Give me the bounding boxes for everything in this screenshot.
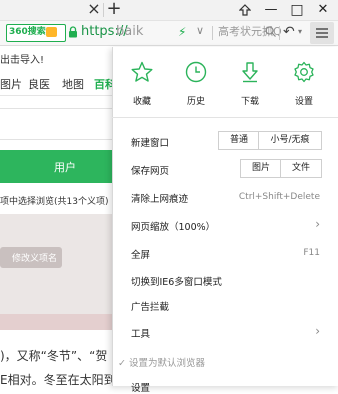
pin-icon[interactable] bbox=[236, 0, 254, 20]
address-divider-2 bbox=[279, 26, 280, 40]
new-window-incognito-button[interactable]: 小号/无痕 bbox=[258, 131, 322, 150]
sense-hint: 项中选择浏览(共13个义项) bbox=[0, 197, 109, 207]
hamburger-icon bbox=[316, 28, 328, 38]
import-text[interactable]: 出击导入! bbox=[0, 51, 44, 66]
tab-divider bbox=[103, 3, 104, 17]
download-label: 下载 bbox=[240, 97, 259, 107]
menu-item-zoom[interactable]: 网页缩放（100%） bbox=[131, 219, 215, 233]
main-menu-button[interactable] bbox=[310, 22, 334, 44]
search-icon[interactable] bbox=[265, 26, 276, 37]
save-as-file-button[interactable]: 文件 bbox=[280, 159, 322, 178]
download-icon bbox=[242, 62, 258, 83]
address-divider bbox=[212, 26, 213, 40]
star-icon bbox=[131, 61, 153, 82]
undo-icon[interactable]: ↶ bbox=[283, 24, 295, 40]
url-host[interactable]: baik bbox=[116, 23, 143, 41]
nav-item-doctor[interactable]: 良医 bbox=[28, 76, 50, 92]
edit-sense-label: 修改义项名 bbox=[12, 254, 58, 264]
favorites-action[interactable] bbox=[122, 60, 162, 87]
tools-chevron-right-icon: › bbox=[315, 324, 320, 338]
set-default-label: 设置为默认浏览器 bbox=[129, 358, 206, 369]
menu-item-save-page[interactable]: 保存网页 bbox=[131, 163, 169, 177]
clear-traces-shortcut: Ctrl+Shift+Delete bbox=[238, 192, 320, 202]
content-strip bbox=[0, 314, 112, 330]
menu-item-fullscreen[interactable]: 全屏 bbox=[131, 247, 150, 261]
fullscreen-shortcut: F11 bbox=[303, 248, 320, 258]
download-action[interactable] bbox=[230, 60, 270, 87]
menu-item-set-default[interactable]: ✓ 设置为默认浏览器 bbox=[118, 355, 205, 369]
history-action[interactable] bbox=[176, 60, 216, 87]
history-label: 历史 bbox=[186, 97, 205, 107]
paragraph-line-2: E相对。冬至在太阳到达 bbox=[0, 373, 128, 387]
menu-item-ie6-mode[interactable]: 切换到IE6多窗口模式 bbox=[131, 274, 222, 288]
minimize-icon[interactable]: — bbox=[262, 0, 280, 20]
lightning-icon[interactable]: ⚡ bbox=[178, 25, 188, 39]
search-engine-label: 360搜索 bbox=[9, 27, 46, 37]
engine-badge-icon bbox=[46, 27, 57, 37]
menu-item-new-window[interactable]: 新建窗口 bbox=[131, 135, 169, 149]
nav-item-map[interactable]: 地图 bbox=[62, 76, 84, 92]
close-tab-icon[interactable]: × bbox=[86, 0, 102, 20]
nav-item-images[interactable]: 图片 bbox=[0, 76, 22, 92]
paragraph-line-1: )，又称“冬节”、“贺 bbox=[0, 349, 108, 363]
menu-divider bbox=[112, 117, 338, 118]
maximize-icon[interactable]: □ bbox=[288, 0, 306, 20]
save-as-image-button[interactable]: 图片 bbox=[240, 159, 282, 178]
close-window-icon[interactable]: ✕ bbox=[314, 0, 332, 20]
menu-item-ad-block[interactable]: 广告拦截 bbox=[131, 299, 169, 313]
gear-icon bbox=[294, 61, 314, 83]
chevron-down-icon[interactable]: ∨ bbox=[196, 24, 204, 37]
favorites-label: 收藏 bbox=[132, 97, 151, 107]
lock-icon bbox=[69, 26, 77, 38]
menu-item-more[interactable]: 设置 bbox=[131, 380, 150, 394]
user-button-label: 用户 bbox=[54, 161, 76, 174]
clock-icon bbox=[185, 61, 207, 83]
zoom-chevron-right-icon: › bbox=[315, 217, 320, 231]
new-window-normal-button[interactable]: 普通 bbox=[218, 131, 260, 150]
undo-chevron-icon[interactable]: ▾ bbox=[298, 27, 302, 36]
menu-item-clear-traces[interactable]: 清除上网痕迹 bbox=[131, 191, 188, 205]
settings-label: 设置 bbox=[294, 97, 313, 107]
menu-item-tools[interactable]: 工具 bbox=[131, 326, 150, 340]
checkmark-icon: ✓ bbox=[118, 358, 126, 369]
page-search-input[interactable] bbox=[0, 108, 112, 140]
settings-action[interactable] bbox=[284, 60, 324, 87]
new-tab-icon[interactable]: + bbox=[106, 0, 122, 19]
